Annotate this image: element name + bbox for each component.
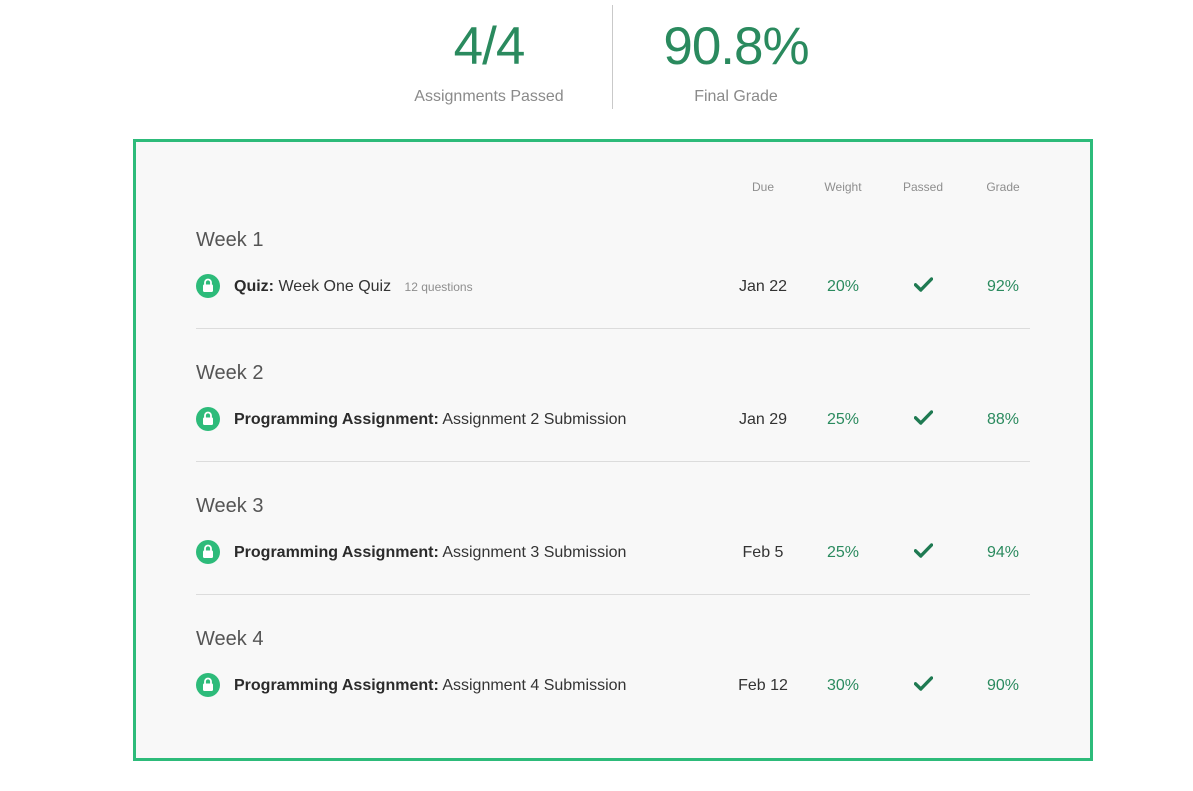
assignments-passed-value: 4/4 <box>453 17 526 76</box>
week-title: Week 2 <box>196 362 264 384</box>
week-title: Week 3 <box>196 495 264 517</box>
week-section: Week 3 Programming Assignment: Assignmen… <box>196 408 1030 595</box>
week-title: Week 1 <box>196 229 264 251</box>
assignment-row[interactable]: Programming Assignment: Assignment 4 Sub… <box>196 671 1030 701</box>
assignment-type: Programming Assignment: <box>234 677 439 694</box>
assignment-name: Assignment 4 Submission <box>442 677 627 694</box>
grades-page: 4/4 Assignments Passed 90.8% Final Grade… <box>0 0 1193 791</box>
grades-table: Due Weight Passed Grade Week 1 Quiz: Wee… <box>133 139 1093 761</box>
weight-value: 30% <box>826 677 860 694</box>
lock-icon <box>196 673 220 697</box>
summary-divider <box>612 5 613 109</box>
grade-value: 90% <box>986 677 1020 694</box>
assignments-passed-label: Assignments Passed <box>414 88 564 105</box>
final-grade-label: Final Grade <box>694 88 778 105</box>
final-grade-value: 90.8% <box>663 17 809 76</box>
passed-status <box>883 675 963 697</box>
week-section: Week 1 Quiz: Week One Quiz 12 questions … <box>196 142 1030 329</box>
assignment-title-link[interactable]: Programming Assignment: Assignment 4 Sub… <box>234 675 626 697</box>
checkmark-icon <box>913 676 933 691</box>
week-section: Week 4 Programming Assignment: Assignmen… <box>196 541 1030 697</box>
week-section: Week 2 Programming Assignment: Assignmen… <box>196 275 1030 462</box>
due-date: Feb 12 <box>738 677 788 694</box>
grade-summary: 4/4 Assignments Passed 90.8% Final Grade <box>0 0 1193 120</box>
week-title: Week 4 <box>196 628 264 650</box>
